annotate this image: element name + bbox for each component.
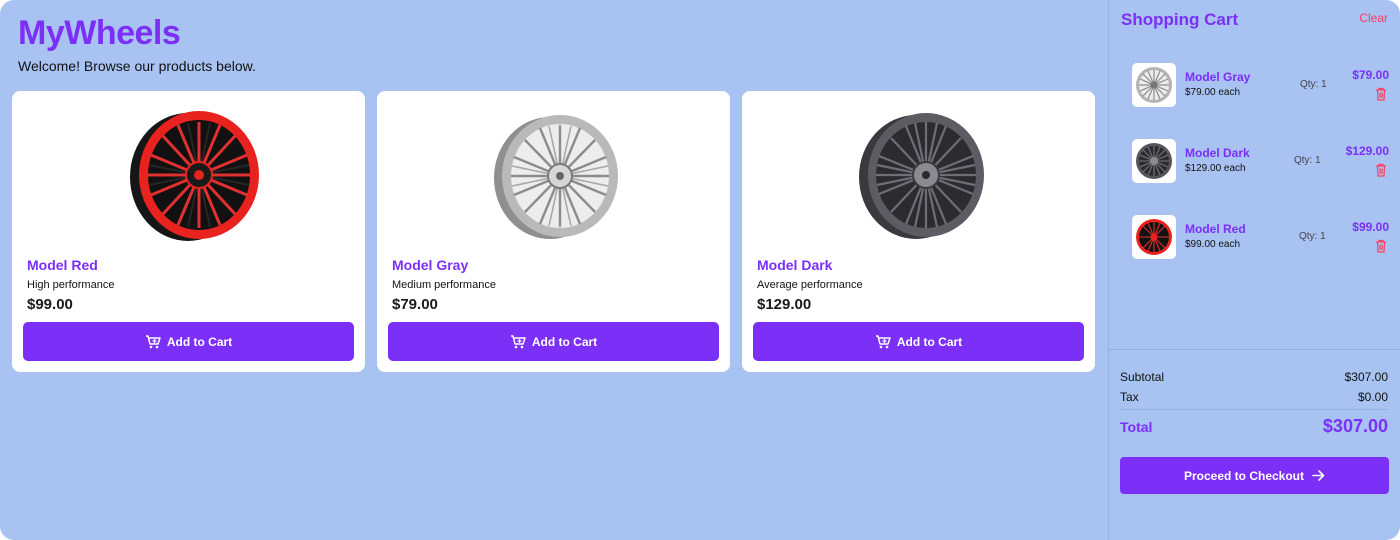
product-price: $129.00 xyxy=(757,296,812,313)
cart-item-total: $79.00 xyxy=(1352,68,1389,82)
add-to-cart-button[interactable]: Add to Cart xyxy=(388,322,719,361)
product-card: Model Red High performance $99.00 Add to… xyxy=(12,91,365,372)
product-name: Model Gray xyxy=(392,257,469,273)
total-value: $307.00 xyxy=(1322,416,1388,436)
trash-icon[interactable] xyxy=(1375,87,1387,101)
cart-item-unit-price: $79.00 each xyxy=(1185,87,1241,98)
tax-label: Tax xyxy=(1120,390,1139,404)
product-name: Model Red xyxy=(27,257,98,273)
total-label: Total xyxy=(1120,419,1153,435)
cart-plus-icon xyxy=(510,334,526,348)
cart-item-name: Model Gray xyxy=(1185,70,1251,84)
cart-item-thumbnail xyxy=(1132,63,1176,107)
gray-wheel-icon xyxy=(494,115,618,239)
trash-icon[interactable] xyxy=(1375,163,1387,177)
clear-cart-button[interactable]: Clear xyxy=(1359,11,1388,25)
cart-item-name: Model Dark xyxy=(1185,146,1250,160)
cart-item-unit-price: $99.00 each xyxy=(1185,239,1241,250)
cart-item-quantity: Qty: 1 xyxy=(1294,155,1321,166)
cart-item: Model Dark $129.00 each Qty: 1 $129.00 xyxy=(1109,139,1400,185)
checkout-button[interactable]: Proceed to Checkout xyxy=(1120,457,1389,494)
cart-plus-icon xyxy=(875,334,891,348)
product-price: $99.00 xyxy=(27,296,73,313)
add-to-cart-label: Add to Cart xyxy=(531,334,598,349)
subtotal-value: $307.00 xyxy=(1344,370,1388,384)
cart-plus-icon xyxy=(145,334,161,348)
cart-item-quantity: Qty: 1 xyxy=(1299,231,1326,242)
red-wheel-icon xyxy=(1136,219,1172,255)
cart-sidebar: Shopping Cart Clear Model Gray $79.00 ea… xyxy=(1108,0,1400,540)
tax-row: Tax $0.00 xyxy=(1120,390,1388,404)
total-row: Total $307.00 xyxy=(1120,416,1388,437)
total-divider xyxy=(1120,409,1388,410)
product-card: Model Dark Average performance $129.00 A… xyxy=(742,91,1095,372)
product-description: Average performance xyxy=(757,279,863,291)
cart-item-unit-price: $129.00 each xyxy=(1185,163,1246,174)
app-window: MyWheels Welcome! Browse our products be… xyxy=(0,0,1400,540)
cart-item-name: Model Red xyxy=(1185,222,1246,236)
cart-item: Model Gray $79.00 each Qty: 1 $79.00 xyxy=(1109,63,1400,109)
add-to-cart-label: Add to Cart xyxy=(896,334,963,349)
product-area: MyWheels Welcome! Browse our products be… xyxy=(0,0,1108,540)
product-description: High performance xyxy=(27,279,115,291)
product-description: Medium performance xyxy=(392,279,496,291)
arrow-right-icon xyxy=(1312,470,1325,481)
cart-item-total: $129.00 xyxy=(1345,144,1389,158)
cart-item: Model Red $99.00 each Qty: 1 $99.00 xyxy=(1109,215,1400,261)
cart-divider xyxy=(1109,349,1400,350)
add-to-cart-label: Add to Cart xyxy=(166,334,233,349)
product-name: Model Dark xyxy=(757,257,833,273)
product-price: $79.00 xyxy=(392,296,438,313)
cart-item-thumbnail xyxy=(1132,139,1176,183)
cart-item-quantity: Qty: 1 xyxy=(1300,79,1327,90)
subtotal-label: Subtotal xyxy=(1120,370,1165,384)
cart-item-total: $99.00 xyxy=(1352,220,1389,234)
add-to-cart-button[interactable]: Add to Cart xyxy=(753,322,1084,361)
gray-wheel-icon xyxy=(1136,67,1172,103)
product-card: Model Gray Medium performance $79.00 Add… xyxy=(377,91,730,372)
welcome-text: Welcome! Browse our products below. xyxy=(18,58,256,74)
dark-wheel-icon xyxy=(1136,143,1172,179)
tax-value: $0.00 xyxy=(1357,390,1388,404)
cart-title: Shopping Cart xyxy=(1121,10,1239,29)
checkout-label: Proceed to Checkout xyxy=(1183,468,1305,483)
cart-item-thumbnail xyxy=(1132,215,1176,259)
add-to-cart-button[interactable]: Add to Cart xyxy=(23,322,354,361)
subtotal-row: Subtotal $307.00 xyxy=(1120,370,1388,384)
trash-icon[interactable] xyxy=(1375,239,1387,253)
dark-wheel-icon xyxy=(859,113,984,239)
brand-title: MyWheels xyxy=(18,14,181,52)
red-wheel-icon xyxy=(130,111,259,241)
